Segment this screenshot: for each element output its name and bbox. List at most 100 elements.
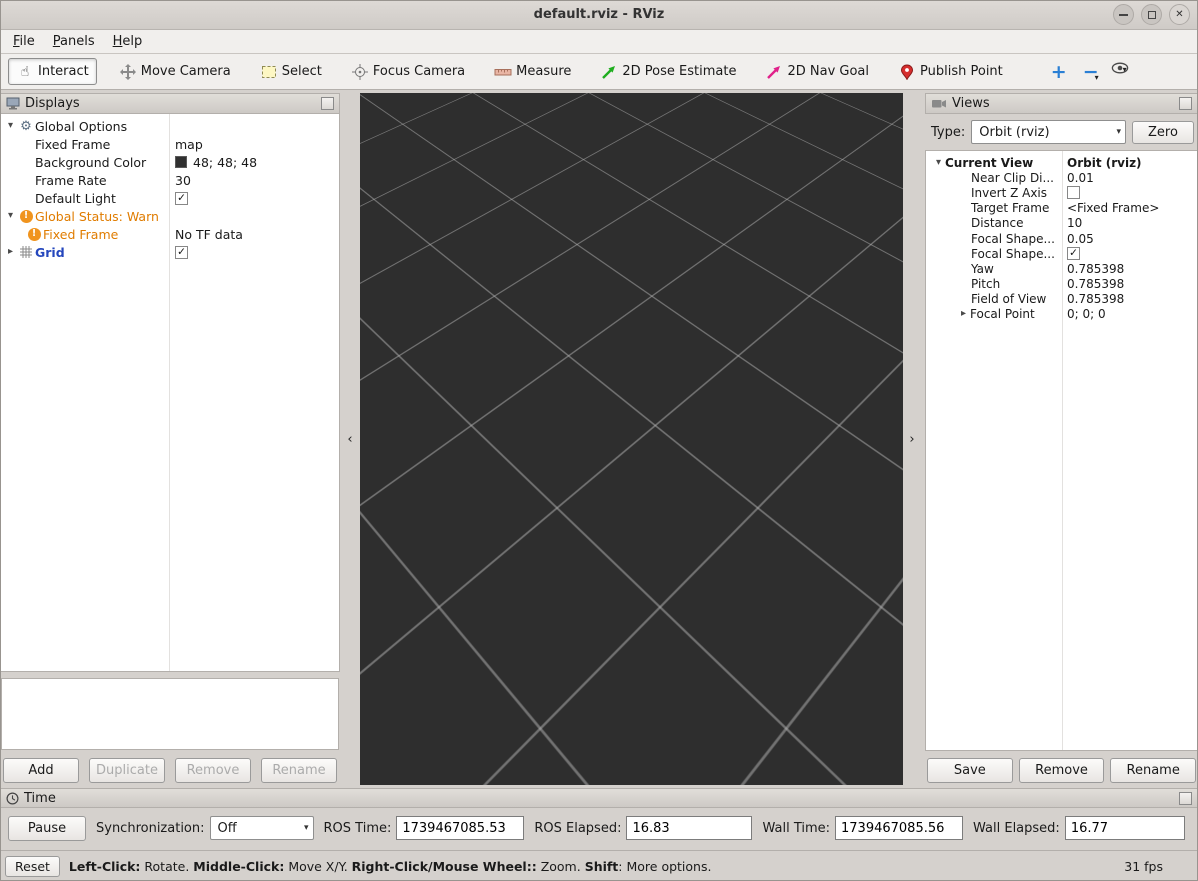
row-label: Near Clip Di...	[971, 170, 1054, 185]
wall-time-input[interactable]	[835, 816, 964, 840]
row-fixed-frame[interactable]: Fixed Frame map	[1, 135, 339, 153]
tool-properties-button[interactable]: ▾	[1111, 62, 1128, 74]
rename-view-button[interactable]: Rename	[1110, 758, 1197, 783]
tool-2d-nav-goal[interactable]: 2D Nav Goal	[758, 59, 876, 84]
check-icon: ✓	[177, 191, 186, 204]
time-panel-header[interactable]: Time	[0, 788, 1198, 808]
expander-closed-icon[interactable]: ▸	[4, 247, 17, 257]
hand-icon: ☝	[20, 63, 30, 80]
tool-2d-nav-goal-label: 2D Nav Goal	[787, 64, 870, 79]
ros-elapsed-input[interactable]	[626, 816, 753, 840]
displays-float-button[interactable]	[321, 97, 334, 110]
tool-move-camera[interactable]: Move Camera	[112, 59, 238, 84]
display-description-box	[1, 678, 339, 750]
row-label: Focal Shape...	[971, 231, 1055, 246]
menu-file[interactable]: File	[4, 32, 44, 51]
tool-focus-camera[interactable]: Focus Camera	[344, 59, 472, 84]
displays-panel-icon	[6, 97, 20, 110]
tf-status-value: No TF data	[175, 226, 243, 242]
mouse-help-text: Left-Click: Rotate. Middle-Click: Move X…	[68, 858, 712, 874]
titlebar[interactable]: default.rviz - RViz ✕	[0, 0, 1198, 30]
reset-button[interactable]: Reset	[5, 855, 60, 877]
row-label: Default Light	[35, 190, 116, 206]
expander-open-icon[interactable]: ▾	[4, 121, 17, 131]
tool-2d-pose-estimate[interactable]: 2D Pose Estimate	[593, 59, 743, 84]
views-panel-icon	[931, 98, 947, 109]
maximize-button[interactable]	[1141, 4, 1162, 25]
duplicate-display-button[interactable]: Duplicate	[89, 758, 165, 783]
pose-estimate-arrow-icon	[600, 63, 618, 80]
wall-elapsed-label: Wall Elapsed:	[973, 820, 1060, 836]
type-label: Type:	[931, 124, 966, 140]
row-frame-rate[interactable]: Frame Rate 30	[1, 171, 339, 189]
views-panel-header[interactable]: Views	[925, 93, 1198, 114]
minimize-button[interactable]	[1113, 4, 1134, 25]
wall-elapsed-input[interactable]	[1064, 816, 1185, 840]
tool-publish-point-label: Publish Point	[920, 64, 1003, 79]
maximize-icon	[1147, 10, 1156, 19]
row-grid-display[interactable]: ▸ Grid ✓	[1, 243, 339, 261]
default-light-checkbox[interactable]: ✓	[175, 191, 188, 205]
views-float-button[interactable]	[1179, 97, 1192, 110]
time-float-button[interactable]	[1179, 791, 1192, 805]
tool-interact-label: Interact	[38, 64, 89, 79]
ros-time-input[interactable]	[396, 816, 525, 840]
view-type-combobox[interactable]: Orbit (rviz) ▾	[971, 120, 1126, 144]
row-label: Yaw	[971, 261, 994, 276]
synchronization-combobox[interactable]: Off ▾	[209, 816, 314, 840]
displays-column-divider[interactable]	[169, 114, 170, 671]
collapse-right-handle[interactable]: ›	[905, 431, 919, 447]
focal-shape-fixed-checkbox[interactable]: ✓	[1067, 247, 1080, 261]
zero-button[interactable]: Zero	[1132, 120, 1194, 144]
close-button[interactable]: ✕	[1169, 4, 1190, 25]
remove-tool-button[interactable]: − ▾	[1081, 62, 1099, 82]
expander-open-icon[interactable]: ▾	[4, 211, 17, 221]
save-view-button[interactable]: Save	[927, 758, 1013, 783]
synchronization-value: Off	[217, 820, 237, 836]
rename-display-button[interactable]: Rename	[261, 758, 337, 783]
status-bar: Reset Left-Click: Rotate. Middle-Click: …	[0, 850, 1198, 881]
target-frame-value: <Fixed Frame>	[1067, 201, 1160, 216]
menu-help[interactable]: Help	[104, 32, 152, 51]
tool-measure[interactable]: Measure	[487, 59, 578, 84]
wall-time-label: Wall Time:	[762, 820, 831, 836]
row-label: Current View	[945, 155, 1034, 170]
expander-closed-icon[interactable]: ▸	[957, 309, 970, 319]
tool-publish-point[interactable]: Publish Point	[891, 59, 1010, 84]
add-tool-button[interactable]: +	[1049, 62, 1069, 82]
view-type-row: Type: Orbit (rviz) ▾ Zero	[925, 114, 1198, 150]
menu-panels[interactable]: Panels	[44, 32, 104, 51]
row-fixed-frame-status[interactable]: ! Fixed Frame No TF data	[1, 225, 339, 243]
time-panel: Time Pause Synchronization: Off ▾ ROS Ti…	[0, 788, 1198, 850]
3d-viewport[interactable]	[360, 93, 903, 785]
grid-enabled-checkbox[interactable]: ✓	[175, 245, 188, 259]
row-label: Background Color	[35, 154, 147, 170]
dropdown-arrow-icon: ▾	[303, 823, 309, 833]
row-global-status[interactable]: ▾ ! Global Status: Warn	[1, 207, 339, 225]
map-pin-icon	[898, 63, 916, 80]
remove-view-button[interactable]: Remove	[1018, 758, 1105, 783]
pause-button[interactable]: Pause	[8, 815, 86, 841]
add-display-button[interactable]: Add	[3, 758, 79, 783]
views-column-divider[interactable]	[1062, 151, 1063, 750]
collapse-left-handle[interactable]: ‹	[343, 431, 357, 447]
displays-panel-header[interactable]: Displays	[0, 93, 340, 114]
move-camera-icon	[119, 63, 137, 80]
invert-z-checkbox[interactable]	[1067, 186, 1080, 200]
ros-elapsed-label: ROS Elapsed:	[534, 820, 622, 836]
fixed-frame-value: map	[175, 136, 203, 152]
remove-display-button[interactable]: Remove	[175, 758, 251, 783]
tool-select[interactable]: Select	[253, 59, 329, 84]
warning-icon: !	[25, 227, 43, 241]
row-background-color[interactable]: Background Color 48; 48; 48	[1, 153, 339, 171]
expander-open-icon[interactable]: ▾	[932, 157, 945, 168]
tool-interact[interactable]: ☝ Interact	[8, 58, 97, 85]
row-label: Target Frame	[971, 201, 1050, 216]
fps-counter: 31 fps	[1124, 858, 1163, 874]
clock-icon	[6, 791, 19, 805]
row-global-options[interactable]: ▾ ⚙ Global Options	[1, 117, 339, 135]
row-default-light[interactable]: Default Light ✓	[1, 189, 339, 207]
time-controls: Pause Synchronization: Off ▾ ROS Time: R…	[0, 808, 1198, 848]
tool-2d-pose-estimate-label: 2D Pose Estimate	[622, 64, 737, 79]
3d-grid	[360, 93, 903, 509]
